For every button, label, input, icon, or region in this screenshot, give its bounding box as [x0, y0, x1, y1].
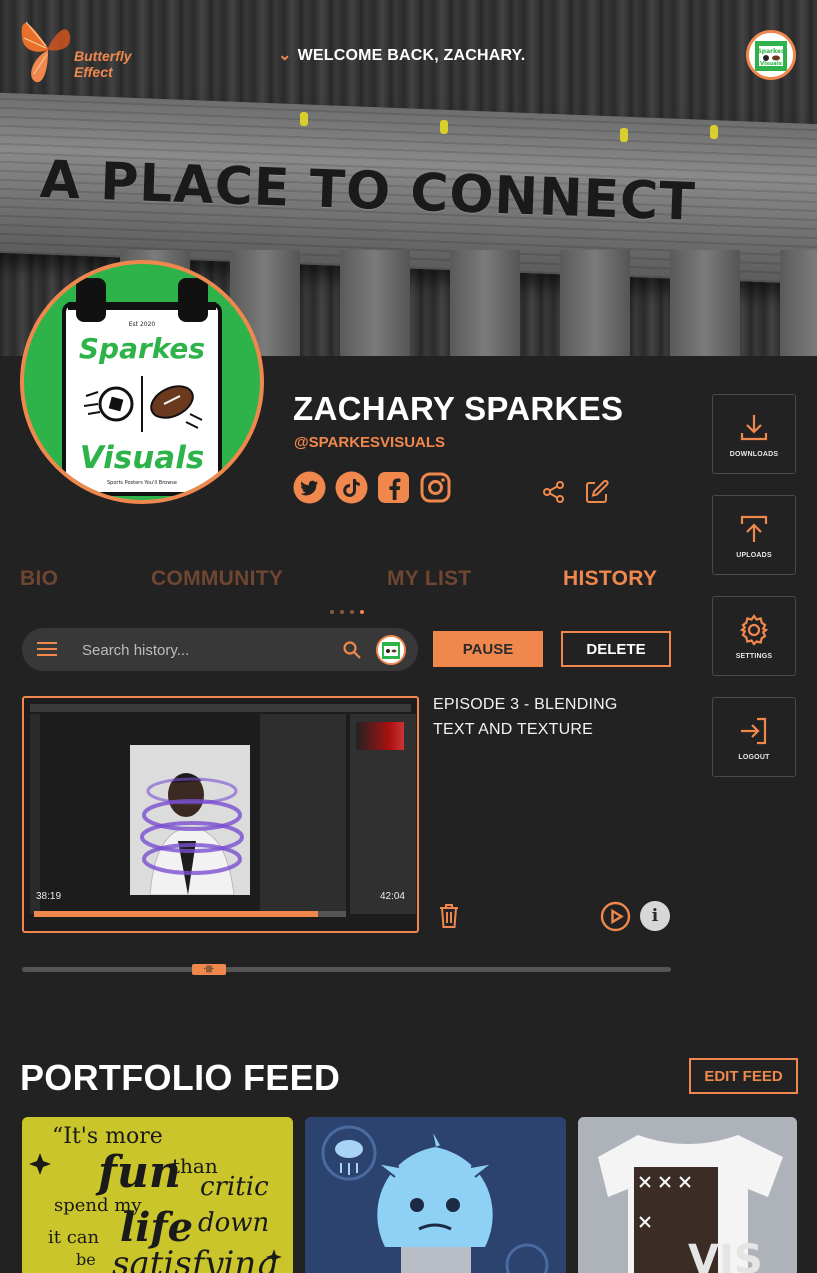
tab-my-list[interactable]: MY LIST [387, 567, 472, 591]
twitter-icon[interactable] [293, 471, 326, 504]
tiktok-icon[interactable] [335, 471, 368, 504]
svg-text:Sparkes: Sparkes [757, 48, 785, 55]
portfolio-card-tshirt[interactable]: VIS [578, 1117, 797, 1273]
welcome-message[interactable]: ⌄ WELCOME BACK, ZACHARY. [278, 45, 525, 65]
svg-text:VIS: VIS [688, 1237, 763, 1273]
sparkes-logo-icon: Sparkes Visuals [749, 33, 793, 77]
profile-avatar[interactable]: Est 2020 Sparkes Visuals Sports Posters … [20, 260, 264, 504]
video-current-time: 38:19 [36, 891, 62, 902]
facebook-icon[interactable] [377, 471, 410, 504]
sparkes-visuals-logo: Est 2020 Sparkes Visuals Sports Posters … [62, 278, 222, 496]
search-input[interactable] [82, 639, 332, 661]
instagram-icon[interactable] [419, 471, 452, 504]
pause-history-button[interactable]: PAUSE [433, 631, 543, 667]
svg-text:satisfying: satisfying [112, 1244, 278, 1273]
svg-text:Sports Posters You'll Browse: Sports Posters You'll Browse [107, 480, 177, 486]
user-avatar-small[interactable]: Sparkes Visuals [746, 30, 796, 80]
svg-text:Visuals: Visuals [760, 61, 783, 67]
tab-pager-dots [330, 610, 364, 614]
svg-text:fun: fun [95, 1147, 181, 1198]
profile-name: ZACHARY SPARKES [293, 390, 624, 427]
video-progress-bar[interactable] [34, 911, 346, 917]
sparkes-logo-icon [378, 637, 404, 663]
play-icon[interactable] [600, 901, 631, 937]
svg-text:“It's more: “It's more [52, 1124, 163, 1149]
svg-text:Visuals: Visuals [80, 440, 205, 476]
history-scroll-thumb[interactable]: ·|||· [192, 964, 226, 975]
settings-label: SETTINGS [735, 652, 773, 660]
character-artwork [305, 1117, 566, 1273]
episode-title[interactable]: EPISODE 3 - BLENDING TEXT AND TEXTURE [433, 692, 653, 742]
uploads-label: UPLOADS [736, 551, 772, 559]
brand-name: Butterfly Effect [74, 48, 132, 80]
downloads-button[interactable]: DOWNLOADS [712, 394, 796, 474]
gear-icon [739, 613, 769, 646]
share-icon[interactable] [541, 479, 567, 510]
download-icon [740, 414, 768, 440]
video-preview-image [130, 745, 250, 895]
tab-community[interactable]: COMMUNITY [151, 567, 283, 591]
logout-button[interactable]: LOGOUT [712, 697, 796, 777]
svg-text:be: be [76, 1250, 96, 1269]
video-duration: 42:04 [379, 891, 405, 902]
downloads-label: DOWNLOADS [729, 450, 779, 458]
logout-icon [741, 717, 767, 744]
history-scrollbar[interactable] [22, 967, 671, 972]
uploads-button[interactable]: UPLOADS [712, 495, 796, 575]
portfolio-title: PORTFOLIO FEED [20, 1057, 341, 1098]
delete-history-button[interactable]: DELETE [561, 631, 671, 667]
profile-handle[interactable]: @SPARKESVISUALS [294, 434, 445, 451]
upload-icon [740, 515, 768, 542]
info-icon[interactable]: i [640, 901, 670, 931]
chevron-down-icon: ⌄ [278, 47, 292, 64]
edit-profile-icon[interactable] [583, 478, 611, 511]
brand-logo[interactable]: Butterfly Effect [18, 8, 138, 88]
tshirt-artwork: VIS [578, 1117, 797, 1273]
video-thumbnail[interactable]: 38:19 42:04 [22, 696, 419, 933]
tab-bio[interactable]: BIO [20, 567, 58, 591]
search-icon[interactable] [342, 640, 362, 660]
butterfly-icon [21, 21, 71, 83]
logout-label: LOGOUT [738, 753, 770, 761]
history-search-bar [22, 628, 418, 671]
menu-icon[interactable] [37, 641, 57, 657]
svg-text:critic: critic [200, 1172, 269, 1202]
tab-history[interactable]: HISTORY [563, 567, 657, 591]
settings-button[interactable]: SETTINGS [712, 596, 796, 676]
edit-feed-button[interactable]: EDIT FEED [689, 1058, 798, 1094]
trash-icon[interactable] [437, 903, 461, 934]
portfolio-card-quote[interactable]: “It's more fun than critic spend my life… [22, 1117, 293, 1273]
svg-text:down: down [198, 1208, 269, 1238]
portfolio-card-character[interactable] [305, 1117, 566, 1273]
quote-artwork: “It's more fun than critic spend my life… [22, 1117, 293, 1273]
user-avatar-mini[interactable] [376, 635, 406, 665]
svg-text:it can: it can [48, 1227, 100, 1248]
svg-text:Est 2020: Est 2020 [129, 321, 156, 328]
svg-text:Sparkes: Sparkes [79, 332, 205, 365]
social-links [293, 471, 452, 504]
video-progress-fill [34, 911, 318, 917]
